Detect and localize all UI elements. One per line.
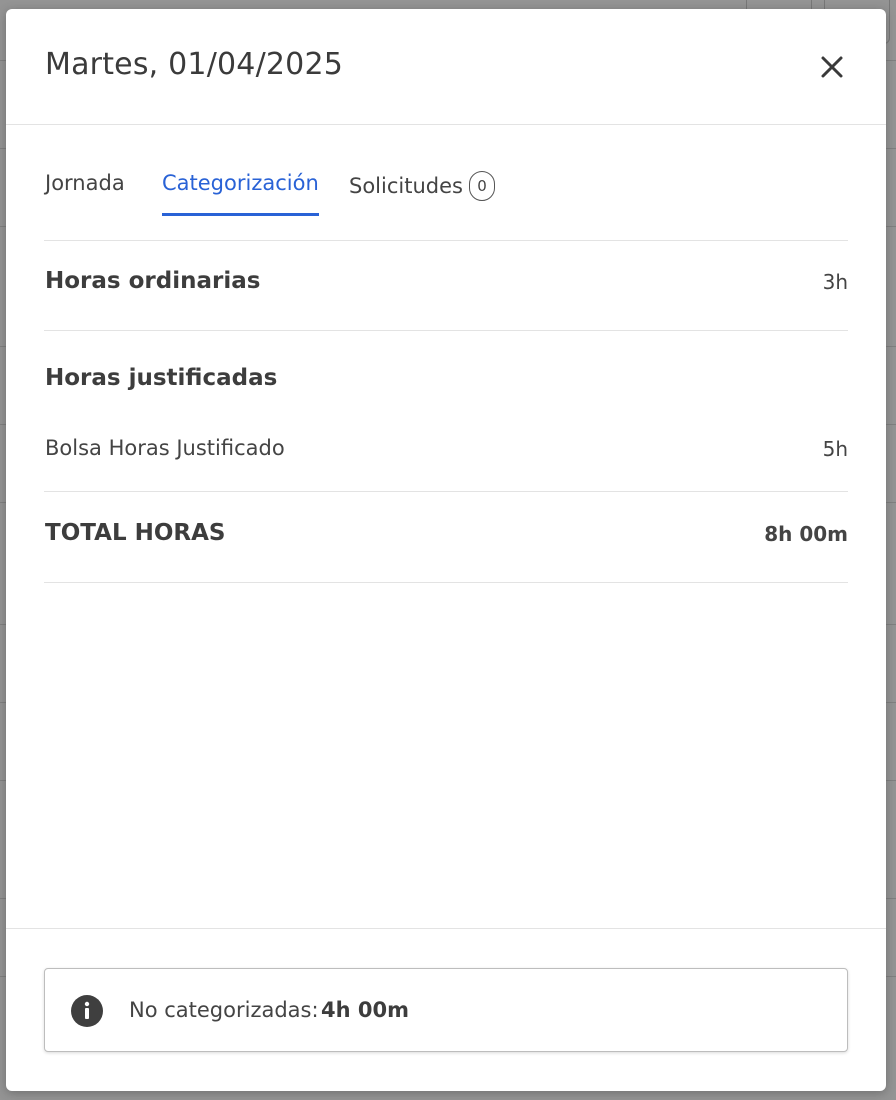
tab-jornada[interactable]: Jornada [45,171,125,216]
total-hours-value: 8h 00m [764,522,848,546]
ordinary-hours-label: Horas ordinarias [45,268,261,294]
tab-label: Jornada [45,171,125,195]
divider [44,330,848,331]
justified-item-value: 5h [822,437,848,461]
count-badge: 0 [468,171,495,201]
modal-title: Martes, 01/04/2025 [45,47,344,82]
tab-categorizacion[interactable]: Categorización [162,171,319,216]
close-icon [821,56,843,78]
close-button[interactable] [814,49,850,85]
ordinary-hours-value: 3h [822,270,848,294]
uncategorized-value: 4h 00m [321,998,409,1022]
divider [44,491,848,492]
justified-item-label: Bolsa Horas Justificado [45,436,285,460]
tab-label: Solicitudes [349,174,463,198]
divider [44,582,848,583]
uncategorized-label: No categorizadas: [129,998,319,1022]
footer-divider [6,928,886,929]
tab-label: Categorización [162,171,319,195]
justified-hours-label: Horas justificadas [45,365,278,391]
total-hours-label: TOTAL HORAS [45,520,226,546]
modal-header: Martes, 01/04/2025 [6,9,886,125]
divider [44,240,848,241]
day-detail-modal: Martes, 01/04/2025 Jornada Categorizació… [6,9,886,1091]
uncategorized-info-box: No categorizadas: 4h 00m [44,968,848,1052]
info-icon [71,995,103,1027]
tab-solicitudes[interactable]: Solicitudes 0 [349,171,495,216]
